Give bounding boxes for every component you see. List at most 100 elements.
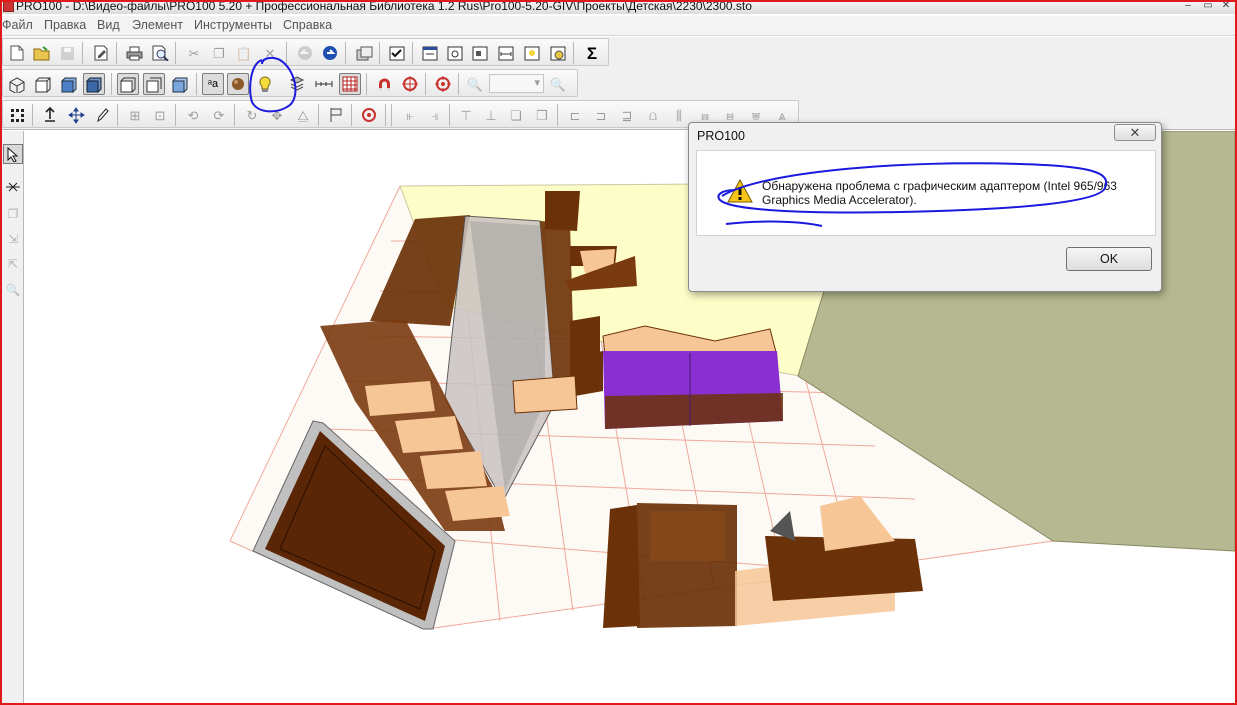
rotate-icon[interactable]: ⟲ [182, 104, 204, 126]
cut-icon[interactable]: ✂ [183, 42, 205, 64]
outline-view-icon[interactable] [32, 73, 54, 95]
grid-icon[interactable] [339, 73, 361, 95]
solid-view-icon[interactable] [58, 73, 80, 95]
layers-icon[interactable] [469, 42, 491, 64]
rotate-axis-icon[interactable]: ⟳ [208, 104, 230, 126]
material-sphere-icon[interactable] [227, 73, 249, 95]
zoom-in-icon[interactable]: 🔍 [547, 73, 569, 95]
select-points-icon[interactable] [6, 104, 28, 126]
edit-tool-icon[interactable]: ⇱ [3, 254, 23, 274]
open-folder-icon[interactable] [31, 42, 53, 64]
menu-file[interactable]: Файл [2, 18, 33, 32]
toolbar-separator [412, 42, 413, 64]
maximize-icon[interactable]: ▭ [1198, 0, 1218, 13]
rotate-cw-icon[interactable]: ↻ [241, 104, 263, 126]
properties-icon[interactable] [90, 42, 112, 64]
align-bottom-icon[interactable]: ⊥ [480, 104, 502, 126]
toolbar-separator [385, 104, 386, 126]
ruler-icon[interactable] [313, 73, 335, 95]
report-icon[interactable] [547, 42, 569, 64]
menu-help[interactable]: Справка [283, 18, 332, 32]
distribute-center-icon[interactable]: ⊐ [590, 104, 612, 126]
text-mode-icon[interactable]: ᵃa [202, 73, 224, 95]
window-list-icon[interactable] [419, 42, 441, 64]
flag-icon[interactable] [325, 104, 347, 126]
distribute-right-icon[interactable]: ⊒ [616, 104, 638, 126]
menu-view[interactable]: Вид [97, 18, 120, 32]
print-icon[interactable] [123, 42, 145, 64]
menu-element[interactable]: Элемент [132, 18, 183, 32]
pointer-icon[interactable] [3, 144, 23, 164]
toolbar-separator [116, 42, 117, 64]
save-icon[interactable] [56, 42, 78, 64]
warning-icon [727, 179, 753, 203]
toolbar-separator [458, 73, 459, 95]
toolbar-separator [286, 42, 287, 64]
toolbar-separator [573, 42, 574, 64]
wireframe-view-icon[interactable] [6, 73, 28, 95]
move-up-icon[interactable] [39, 104, 61, 126]
snap-center-icon[interactable] [358, 104, 380, 126]
dialog-titlebar: PRO100 ✕ [689, 123, 1161, 149]
paste-icon[interactable]: 📋 [233, 42, 255, 64]
close-icon[interactable]: ✕ [1114, 124, 1156, 141]
center-target-icon[interactable] [432, 73, 454, 95]
align-top-icon[interactable]: ⊤ [455, 104, 477, 126]
dialog-title: PRO100 [697, 129, 745, 143]
group-icon[interactable]: ⊞ [124, 104, 146, 126]
ungroup-icon[interactable]: ⊡ [149, 104, 171, 126]
textured-view-icon[interactable] [83, 73, 105, 95]
snap-target-icon[interactable] [399, 73, 421, 95]
perspective-view-icon[interactable] [117, 73, 139, 95]
toolbar-separator [117, 104, 118, 126]
menu-tools[interactable]: Инструменты [194, 18, 272, 32]
toolbar-separator [425, 73, 426, 95]
left-tool-strip: ❐ ⇲ ⇱ 🔍 [2, 131, 24, 703]
library-icon[interactable] [353, 42, 375, 64]
zoom-window-icon[interactable] [444, 42, 466, 64]
minimize-icon[interactable]: – [1178, 0, 1198, 13]
toolbar-separator [318, 104, 319, 126]
redo-icon[interactable] [319, 42, 341, 64]
magnet-icon[interactable] [373, 73, 395, 95]
lamp-window-icon[interactable] [521, 42, 543, 64]
menu-bar: Файл Правка Вид Элемент Инструменты Спра… [0, 16, 1237, 36]
checklist-icon[interactable] [386, 42, 408, 64]
distribute-vertical-icon[interactable]: ⫼ [668, 104, 690, 126]
axonometric-view-icon[interactable] [143, 73, 165, 95]
shaded-box-icon[interactable] [169, 73, 191, 95]
move-tool-icon[interactable]: ⇲ [3, 229, 23, 249]
align-right-icon[interactable]: ⫣ [424, 104, 446, 126]
delete-icon[interactable]: ✕ [259, 42, 281, 64]
new-file-icon[interactable] [6, 42, 28, 64]
distribute-top-icon[interactable]: ⩍ [642, 104, 664, 126]
menu-edit[interactable]: Правка [44, 18, 86, 32]
dimensions-icon[interactable] [495, 42, 517, 64]
align-back-icon[interactable]: ❐ [531, 104, 553, 126]
edit-toolbar: ⊞ ⊡ ⟲ ⟳ ↻ ✥ ⧋ ⫦ ⫣ ⊤ ⊥ ❏ ❐ ⊏ ⊐ ⊒ ⩍ ⫼ ⩎ ⩏ … [2, 100, 799, 128]
move-icon[interactable] [65, 104, 87, 126]
error-dialog: PRO100 ✕ Обнаружена проблема с графическ… [688, 122, 1162, 292]
split-tool-icon[interactable] [3, 177, 23, 197]
toolbar-separator [234, 104, 235, 126]
sum-icon[interactable]: Σ [581, 42, 603, 64]
toolbar-separator [175, 104, 176, 126]
light-bulb-icon[interactable] [254, 73, 276, 95]
move-3d-icon[interactable]: ✥ [266, 104, 288, 126]
draw-order-icon[interactable] [286, 73, 308, 95]
zoom-out-icon[interactable]: 🔍 [464, 73, 486, 95]
edit-pencil-icon[interactable] [91, 104, 113, 126]
page-tool-icon[interactable]: ❐ [3, 204, 23, 224]
copy-icon[interactable]: ❐ [208, 42, 230, 64]
distribute-left-icon[interactable]: ⊏ [564, 104, 586, 126]
align-front-icon[interactable]: ❏ [505, 104, 527, 126]
zoom-tool-icon[interactable]: 🔍 [3, 280, 23, 300]
mirror-icon[interactable]: ⧋ [292, 104, 314, 126]
sofa [602, 325, 783, 429]
zoom-combo[interactable] [489, 74, 544, 93]
print-preview-icon[interactable] [149, 42, 171, 64]
close-window-icon[interactable]: ✕ [1216, 0, 1236, 13]
undo-icon[interactable] [294, 42, 316, 64]
ok-button[interactable]: OK [1066, 247, 1152, 271]
align-left-icon[interactable]: ⫦ [399, 104, 421, 126]
